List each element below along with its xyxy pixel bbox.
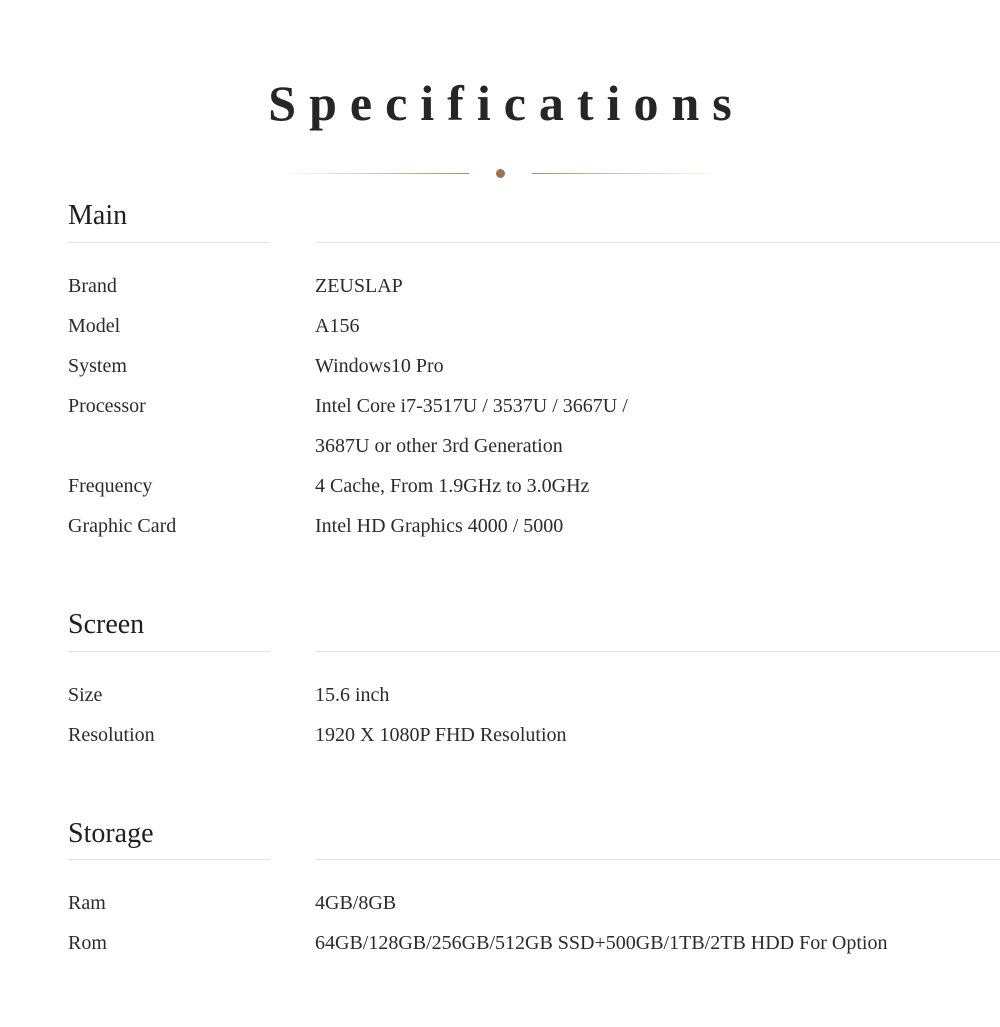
section-rule-left: [68, 859, 270, 861]
section-rule-right: [315, 241, 1000, 243]
spec-value-line: Windows10 Pro: [315, 354, 444, 377]
spec-row: Brand ZEUSLAP: [68, 266, 1000, 306]
section-rule-right: [315, 650, 1000, 652]
spec-label: Rom: [68, 932, 107, 955]
spec-value-line: 4GB/8GB: [315, 892, 397, 915]
section-divider: [68, 650, 1000, 652]
spec-value-line: Intel HD Graphics 4000 / 5000: [315, 514, 564, 537]
spec-value-line: Intel Core i7-3517U / 3537U / 3667U /: [315, 394, 628, 417]
divider-dot-icon: [495, 168, 505, 178]
section-rule-left: [68, 241, 270, 243]
spec-value-line: 15.6 inch: [315, 683, 390, 706]
spec-row: Size 15.6 inch: [68, 675, 1000, 715]
spec-row: Rom 64GB/128GB/256GB/512GB SSD+500GB/1TB/…: [68, 923, 1000, 963]
section-divider: [68, 241, 1000, 243]
spec-label: Brand: [68, 274, 117, 297]
spec-value-line: 3687U or other 3rd Generation: [315, 434, 563, 457]
spec-label: Size: [68, 683, 103, 706]
divider-line-left: [283, 172, 469, 174]
spec-row: Processor Intel Core i7-3517U / 3537U / 3…: [68, 386, 1000, 466]
page-title: Specifications: [268, 75, 745, 131]
section-title: Screen: [68, 608, 145, 640]
spec-row: System Windows10 Pro: [68, 346, 1000, 386]
spec-table: Ram 4GB/8GB Rom 64GB/128GB/256GB/512GB SSD+…: [68, 883, 1000, 963]
section-header: Screen: [68, 606, 1000, 652]
spec-section: Main Brand ZEUSLAP Model A156 System Windows10…: [68, 197, 1000, 546]
spec-row: Graphic Card Intel HD Graphics 4000 / 500…: [68, 506, 1000, 546]
section-header: Storage: [68, 815, 1000, 861]
spec-value-line: ZEUSLAP: [315, 274, 403, 297]
ornamental-divider: [0, 166, 1000, 180]
spec-table: Brand ZEUSLAP Model A156 System Windows10 Pro…: [68, 266, 1000, 546]
section-title: Storage: [68, 817, 154, 849]
spec-label: System: [68, 354, 127, 377]
spec-label: Graphic Card: [68, 514, 177, 537]
spec-value-line: 1920 X 1080P FHD Resolution: [315, 723, 567, 746]
spec-value: Intel HD Graphics 4000 / 5000: [315, 506, 563, 546]
spec-label: Frequency: [68, 474, 153, 497]
spec-value: 4 Cache, From 1.9GHz to 3.0GHz: [315, 466, 589, 506]
specifications-page: Specifications Main Brand ZEUSLAP Model A156…: [0, 0, 1000, 1027]
spec-row: Resolution 1920 X 1080P FHD Resolution: [68, 715, 1000, 755]
spec-value: 1920 X 1080P FHD Resolution: [315, 715, 567, 755]
spec-row: Ram 4GB/8GB: [68, 883, 1000, 923]
spec-value: 15.6 inch: [315, 675, 389, 715]
divider-line-right: [531, 172, 717, 174]
title-block: Specifications: [0, 0, 1000, 180]
spec-label: Model: [68, 314, 121, 337]
spec-sections: Main Brand ZEUSLAP Model A156 System Windows10…: [0, 180, 1000, 963]
section-rule-gap: [270, 242, 315, 243]
spec-label: Ram: [68, 892, 106, 915]
spec-value-line: 64GB/128GB/256GB/512GB SSD+500GB/1TB/2TB…: [315, 932, 888, 955]
spec-value: A156: [315, 306, 359, 346]
spec-label: Processor: [68, 394, 146, 417]
section-rule-gap: [270, 859, 315, 860]
section-title: Main: [68, 200, 128, 231]
spec-value-line: 4 Cache, From 1.9GHz to 3.0GHz: [315, 474, 590, 497]
section-header: Main: [68, 197, 1000, 243]
spec-row: Model A156: [68, 306, 1000, 346]
spec-section: Storage Ram 4GB/8GB Rom 64GB/128GB/256GB/512…: [68, 815, 1000, 964]
spec-value-line: A156: [315, 314, 360, 337]
spec-section: Screen Size 15.6 inch Resolution 1920 X 1080…: [68, 606, 1000, 755]
section-rule-right: [315, 859, 1000, 861]
section-divider: [68, 859, 1000, 861]
spec-table: Size 15.6 inch Resolution 1920 X 1080P FHD …: [68, 675, 1000, 755]
spec-value: Intel Core i7-3517U / 3537U / 3667U / 368…: [315, 386, 628, 466]
spec-value: 64GB/128GB/256GB/512GB SSD+500GB/1TB/2TB…: [315, 923, 887, 963]
spec-label: Resolution: [68, 723, 155, 746]
spec-value: 4GB/8GB: [315, 883, 396, 923]
spec-value: ZEUSLAP: [315, 266, 403, 306]
section-rule-gap: [270, 651, 315, 652]
spec-value: Windows10 Pro: [315, 346, 444, 386]
spec-row: Frequency 4 Cache, From 1.9GHz to 3.0GHz: [68, 466, 1000, 506]
section-rule-left: [68, 650, 270, 652]
